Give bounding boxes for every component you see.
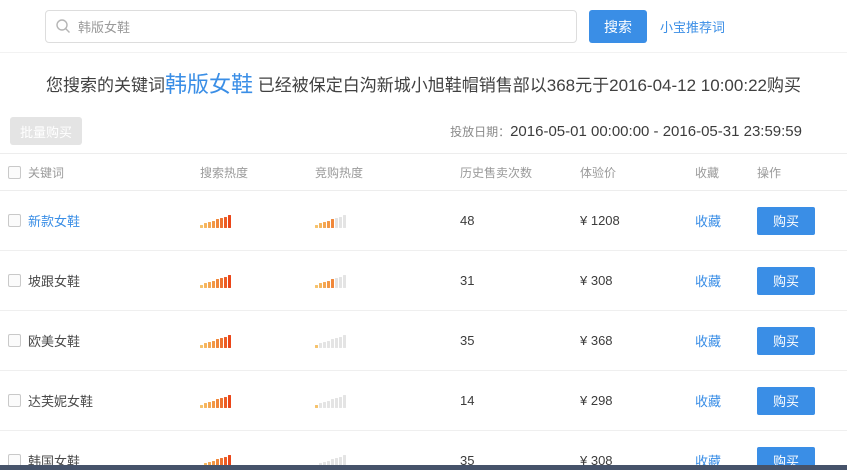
search-heat-bars: [200, 214, 315, 228]
search-heat-bars: [200, 334, 315, 348]
bid-heat-bars: [315, 394, 460, 408]
delivery-date: 投放日期：2016-05-01 00:00:00 - 2016-05-31 23…: [450, 123, 802, 140]
search-box: [45, 10, 577, 43]
buy-button[interactable]: 购买: [757, 207, 815, 235]
header-search-heat: 搜索热度: [200, 164, 315, 181]
header-action: 操作: [757, 164, 847, 181]
price-value: ¥ 308: [580, 273, 695, 288]
keyword-link[interactable]: 达芙妮女鞋: [28, 394, 93, 409]
toolbar: 批量购买 投放日期：2016-05-01 00:00:00 - 2016-05-…: [0, 109, 847, 153]
search-input[interactable]: [45, 10, 577, 43]
row-checkbox[interactable]: [8, 394, 21, 407]
delivery-date-range: 2016-05-01 00:00:00 - 2016-05-31 23:59:5…: [510, 123, 802, 140]
top-search-bar: 搜索 小宝推荐词: [0, 0, 847, 53]
bid-heat-bars: [315, 274, 460, 288]
recommend-words-link[interactable]: 小宝推荐词: [660, 17, 725, 36]
row-checkbox[interactable]: [8, 214, 21, 227]
search-heat-bars: [200, 274, 315, 288]
notice-suffix: 已经被保定白沟新城小旭鞋帽销售部以368元于2016-04-12 10:00:2…: [253, 76, 801, 95]
table-row: 坡跟女鞋 31 ¥ 308 收藏 购买: [0, 251, 847, 311]
search-heat-bars: [200, 394, 315, 408]
price-value: ¥ 368: [580, 333, 695, 348]
header-favorite: 收藏: [695, 164, 757, 181]
bid-heat-bars: [315, 334, 460, 348]
favorite-link[interactable]: 收藏: [695, 214, 721, 229]
favorite-link[interactable]: 收藏: [695, 334, 721, 349]
favorite-link[interactable]: 收藏: [695, 394, 721, 409]
header-price: 体验价: [580, 164, 695, 181]
row-checkbox[interactable]: [8, 334, 21, 347]
purchase-notice: 您搜索的关键词韩版女鞋 已经被保定白沟新城小旭鞋帽销售部以368元于2016-0…: [0, 53, 847, 109]
search-button[interactable]: 搜索: [589, 10, 647, 43]
buy-button[interactable]: 购买: [757, 327, 815, 355]
favorite-link[interactable]: 收藏: [695, 274, 721, 289]
keyword-link[interactable]: 新款女鞋: [28, 214, 80, 229]
sales-count: 31: [460, 273, 580, 288]
batch-buy-button[interactable]: 批量购买: [10, 117, 82, 145]
table-row: 达芙妮女鞋 14 ¥ 298 收藏 购买: [0, 371, 847, 431]
search-icon: [55, 18, 71, 34]
sales-count: 35: [460, 333, 580, 348]
table-header: 关键词 搜索热度 竞购热度 历史售卖次数 体验价 收藏 操作: [0, 153, 847, 191]
header-keyword: 关键词: [28, 164, 200, 181]
table-row: 欧美女鞋 35 ¥ 368 收藏 购买: [0, 311, 847, 371]
select-all-checkbox[interactable]: [8, 166, 21, 179]
notice-keyword: 韩版女鞋: [165, 72, 253, 97]
buy-button[interactable]: 购买: [757, 267, 815, 295]
header-sales: 历史售卖次数: [460, 164, 580, 181]
keyword-link[interactable]: 欧美女鞋: [28, 334, 80, 349]
sales-count: 48: [460, 213, 580, 228]
table-body: 新款女鞋 48 ¥ 1208 收藏 购买 坡跟女鞋 31 ¥ 308 收藏 购买…: [0, 191, 847, 470]
header-bid-heat: 竞购热度: [315, 164, 460, 181]
price-value: ¥ 298: [580, 393, 695, 408]
row-checkbox[interactable]: [8, 274, 21, 287]
bid-heat-bars: [315, 214, 460, 228]
buy-button[interactable]: 购买: [757, 387, 815, 415]
sales-count: 14: [460, 393, 580, 408]
bottom-edge-bar: [0, 465, 847, 470]
price-value: ¥ 1208: [580, 213, 695, 228]
notice-prefix: 您搜索的关键词: [46, 76, 165, 95]
keyword-link[interactable]: 坡跟女鞋: [28, 274, 80, 289]
table-row: 新款女鞋 48 ¥ 1208 收藏 购买: [0, 191, 847, 251]
delivery-date-label: 投放日期：: [450, 125, 510, 139]
